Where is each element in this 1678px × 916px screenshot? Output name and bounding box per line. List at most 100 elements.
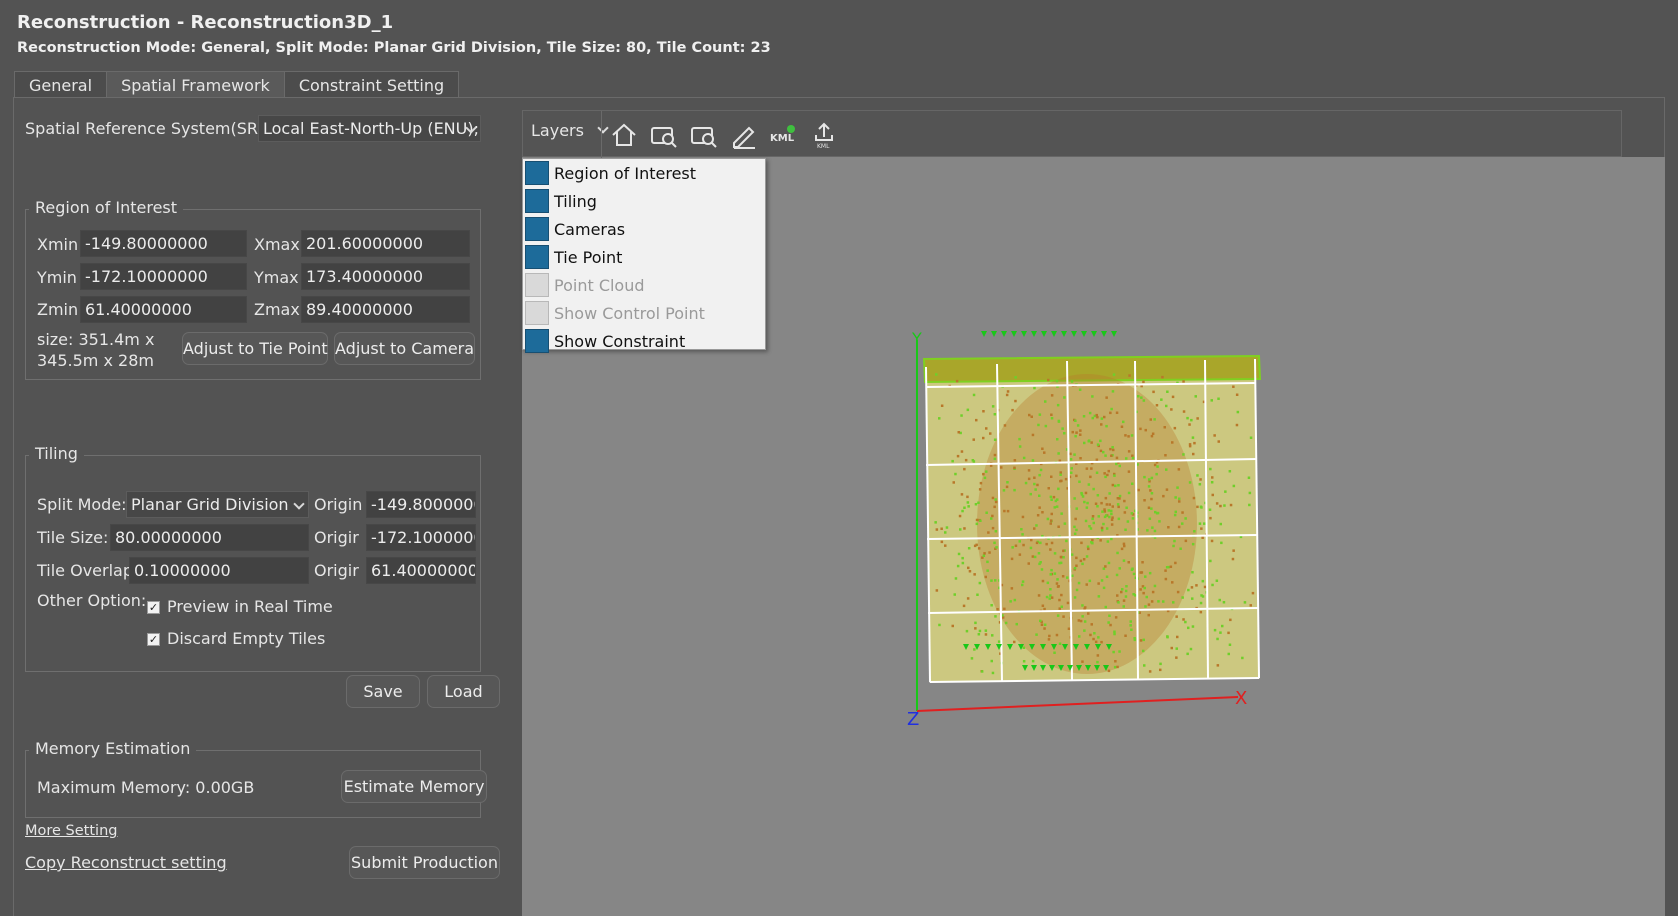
tie-point [1075, 474, 1078, 478]
more-setting-link[interactable]: More Setting [25, 823, 117, 839]
tie-point [1142, 638, 1145, 642]
kml-add-icon[interactable]: KML [769, 120, 799, 150]
tie-point [957, 431, 960, 434]
tie-point [1096, 654, 1100, 657]
tie-point [959, 528, 962, 531]
layers-menu-item-tie-point[interactable]: Tie Point [523, 243, 765, 271]
layers-menu-item-roi[interactable]: Region of Interest [523, 159, 765, 187]
copy-reconstruct-setting-link[interactable]: Copy Reconstruct setting [25, 853, 227, 872]
zmin-field[interactable]: 61.40000000 [80, 296, 247, 323]
split-mode-select[interactable]: Planar Grid Division [126, 491, 309, 518]
layers-menu-item-constraint[interactable]: Show Constraint [523, 327, 765, 355]
camera-search-icon[interactable] [689, 120, 719, 150]
tie-point [1013, 598, 1017, 602]
tie-point [982, 472, 985, 476]
tie-point [1235, 393, 1239, 396]
tile-overlap-field[interactable]: 0.10000000 [129, 557, 309, 584]
save-button[interactable]: Save [346, 675, 420, 708]
tie-point [1241, 656, 1244, 660]
tie-point [1191, 571, 1194, 574]
tie-point [985, 427, 988, 430]
preview-checkbox[interactable]: ✓ [147, 601, 160, 614]
tie-point [1126, 520, 1130, 523]
tie-point [1113, 630, 1116, 633]
edit-pen-icon[interactable] [729, 120, 759, 150]
tie-point [1108, 492, 1111, 495]
tie-point [1164, 577, 1168, 581]
tie-point [1150, 600, 1154, 603]
tab-spatial-framework[interactable]: Spatial Framework [106, 71, 285, 98]
camera-zoom-icon[interactable] [649, 120, 679, 150]
layers-menu-item-tiling[interactable]: Tiling [523, 187, 765, 215]
tie-point [966, 597, 970, 600]
tie-point [1171, 395, 1175, 399]
origin-y-field[interactable]: -172.10000000 [366, 524, 476, 551]
tab-general[interactable]: General [14, 71, 108, 98]
layers-menu-item-control-point[interactable]: Show Control Point [523, 299, 765, 327]
estimate-memory-button[interactable]: Estimate Memory [341, 770, 487, 803]
tie-point [1100, 417, 1104, 420]
tie-point [1113, 474, 1116, 477]
tie-point [1106, 540, 1110, 543]
tie-point [1073, 596, 1077, 599]
submit-production-button[interactable]: Submit Production [349, 846, 500, 879]
ymin-field[interactable]: -172.10000000 [80, 263, 247, 290]
tie-point [1006, 481, 1009, 484]
tie-point [1099, 449, 1103, 453]
tile-size-field[interactable]: 80.00000000 [110, 524, 309, 551]
tab-constraint-setting[interactable]: Constraint Setting [283, 71, 460, 98]
tie-point [1018, 553, 1022, 556]
tie-point [1013, 459, 1017, 462]
tie-point [1056, 585, 1060, 588]
tie-point [952, 481, 955, 484]
window-subtitle: Reconstruction Mode: General, Split Mode… [17, 40, 771, 56]
tie-point [1105, 424, 1108, 428]
tie-point [978, 629, 982, 633]
tie-point [1077, 581, 1081, 585]
tie-point [979, 481, 983, 485]
tie-point [1090, 467, 1093, 470]
tie-point [1071, 430, 1074, 434]
tie-point [1145, 595, 1148, 599]
xmin-field[interactable]: -149.80000000 [80, 230, 247, 257]
tie-point [1040, 568, 1044, 571]
srs-select[interactable]: Local East-North-Up (ENU); [258, 115, 481, 142]
tie-point [1053, 651, 1056, 654]
layers-menu-item-point-cloud[interactable]: Point Cloud [523, 271, 765, 299]
tie-point [1151, 526, 1154, 529]
layers-dropdown[interactable]: Layers [531, 121, 609, 140]
tie-point [1117, 601, 1120, 604]
tie-point [1046, 581, 1050, 585]
tie-point [1137, 395, 1140, 398]
kml-export-icon[interactable]: KML [809, 120, 839, 150]
tie-point [1129, 620, 1132, 623]
origin-z-field[interactable]: 61.40000000 [366, 557, 476, 584]
tie-point [1010, 557, 1014, 561]
origin-x-field[interactable]: -149.80000000 [366, 491, 476, 518]
ymax-label: Ymax [254, 268, 299, 287]
tie-point [1195, 584, 1198, 587]
tie-point [1117, 517, 1121, 521]
tie-point [1111, 505, 1114, 508]
load-button[interactable]: Load [427, 675, 500, 708]
tie-point [1062, 549, 1065, 553]
tie-point [1105, 575, 1109, 578]
tie-point [984, 629, 988, 632]
layers-menu-item-cameras[interactable]: Cameras [523, 215, 765, 243]
tie-point [983, 552, 986, 555]
tie-point [1175, 615, 1178, 618]
svg-text:KML: KML [770, 133, 795, 144]
tie-point [1041, 604, 1045, 607]
discard-empty-checkbox[interactable]: ✓ [147, 633, 160, 646]
ymax-field[interactable]: 173.40000000 [301, 263, 470, 290]
tie-point [1041, 579, 1045, 583]
tie-point [1124, 528, 1127, 531]
home-icon[interactable] [609, 120, 639, 150]
adjust-to-camera-button[interactable]: Adjust to Camera [334, 332, 475, 365]
tie-point [1022, 660, 1026, 663]
adjust-to-tie-point-button[interactable]: Adjust to Tie Point [182, 332, 328, 365]
tie-point-icon [525, 245, 549, 269]
xmax-field[interactable]: 201.60000000 [301, 230, 470, 257]
zmax-field[interactable]: 89.40000000 [301, 296, 470, 323]
roi-size-line2: 345.5m x 28m [37, 351, 154, 370]
